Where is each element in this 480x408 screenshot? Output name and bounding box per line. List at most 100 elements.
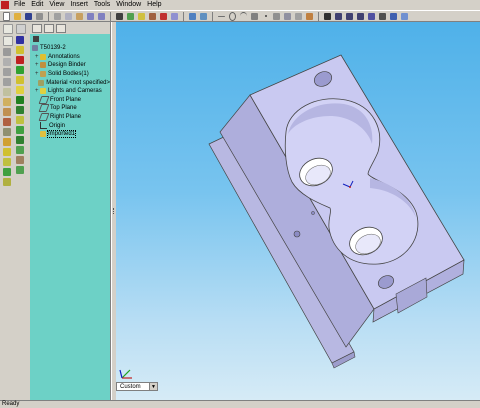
- save-icon[interactable]: [24, 12, 33, 21]
- tab-configuration-manager[interactable]: [56, 23, 66, 33]
- tree-root[interactable]: T50139-2: [32, 44, 110, 53]
- point-icon[interactable]: [261, 12, 270, 21]
- relation-icon[interactable]: [3, 168, 11, 176]
- centerline-icon[interactable]: [272, 12, 281, 21]
- rib-icon[interactable]: [16, 126, 24, 134]
- sketch-icon[interactable]: [3, 24, 13, 34]
- reference-geometry-icon[interactable]: [16, 156, 24, 164]
- select-icon[interactable]: [115, 12, 124, 21]
- hole-icon[interactable]: [16, 86, 24, 94]
- tree-item[interactable]: Material <not specified>: [32, 78, 110, 87]
- shell-icon[interactable]: [16, 116, 24, 124]
- rotate-icon[interactable]: [367, 12, 376, 21]
- paste-icon[interactable]: [75, 12, 84, 21]
- new-icon[interactable]: [2, 11, 11, 21]
- tree-item[interactable]: Right Plane: [32, 113, 110, 122]
- app-logo-icon: [1, 1, 9, 9]
- tab-feature-manager[interactable]: [32, 23, 42, 33]
- undo-icon[interactable]: [86, 12, 95, 21]
- tree-item-label: Material <not specified>: [46, 79, 110, 86]
- line-icon[interactable]: [3, 48, 11, 56]
- shaded-icon[interactable]: [400, 12, 409, 21]
- dimension-icon[interactable]: [3, 158, 11, 166]
- spline-icon[interactable]: [250, 12, 259, 21]
- view-orientation-select[interactable]: Custom ▼: [116, 382, 158, 391]
- tree-item[interactable]: + Annotations: [32, 53, 110, 62]
- point-icon[interactable]: [3, 98, 11, 106]
- cut-icon[interactable]: [53, 12, 62, 21]
- zoom-icon[interactable]: [345, 12, 354, 21]
- menu-tools[interactable]: Tools: [91, 0, 113, 10]
- rebuild-icon[interactable]: [137, 12, 146, 21]
- graphics-viewport[interactable]: [116, 22, 480, 400]
- display-relations-icon[interactable]: [3, 178, 11, 186]
- circle-icon[interactable]: [3, 68, 11, 76]
- pattern-icon[interactable]: [16, 136, 24, 144]
- zoom-area-icon[interactable]: [334, 12, 343, 21]
- cut-extrude-icon[interactable]: [16, 66, 24, 74]
- arc-icon[interactable]: [3, 78, 11, 86]
- menu-file[interactable]: File: [11, 0, 28, 10]
- tree-filter: [30, 34, 110, 44]
- tree-item[interactable]: Front Plane: [32, 95, 110, 105]
- tree-item-label: Imported1: [46, 130, 77, 139]
- toolbar-separator: [48, 11, 49, 21]
- extend-icon[interactable]: [3, 148, 11, 156]
- fillet-feature-icon[interactable]: [16, 96, 24, 104]
- chevron-down-icon[interactable]: ▼: [149, 383, 157, 390]
- menu-view[interactable]: View: [46, 0, 67, 10]
- menu-insert[interactable]: Insert: [67, 0, 91, 10]
- tree-item-label: Solid Bodies(1): [48, 71, 89, 78]
- redo-icon[interactable]: [97, 12, 106, 21]
- dimension-icon[interactable]: [283, 12, 292, 21]
- relation-icon[interactable]: [294, 12, 303, 21]
- menu-edit[interactable]: Edit: [28, 0, 46, 10]
- tree-item[interactable]: + Solid Bodies(1): [32, 70, 110, 79]
- tree-item[interactable]: Top Plane: [32, 104, 110, 113]
- properties-icon[interactable]: [170, 12, 179, 21]
- zoom-fit-icon[interactable]: [323, 12, 332, 21]
- line-icon[interactable]: [217, 12, 226, 21]
- menu-window[interactable]: Window: [113, 0, 144, 10]
- filter-icon[interactable]: [33, 36, 39, 42]
- fillet-icon[interactable]: [3, 108, 11, 116]
- extrude-icon[interactable]: [16, 24, 26, 34]
- circle-icon[interactable]: [228, 11, 237, 21]
- trim-icon[interactable]: [3, 138, 11, 146]
- offset-icon[interactable]: [3, 118, 11, 126]
- cut-revolve-icon[interactable]: [16, 76, 24, 84]
- copy-icon[interactable]: [64, 12, 73, 21]
- spline-icon[interactable]: [3, 88, 11, 96]
- tree-item[interactable]: Imported1: [32, 130, 110, 139]
- arc-icon[interactable]: [239, 12, 248, 21]
- tree-item-label: Front Plane: [50, 96, 82, 103]
- mirror-icon[interactable]: [3, 128, 11, 136]
- standard-views-icon[interactable]: [389, 12, 398, 21]
- sweep-icon[interactable]: [16, 46, 24, 54]
- chamfer-icon[interactable]: [16, 106, 24, 114]
- zoom-selection-icon[interactable]: [356, 12, 365, 21]
- display-style-icon[interactable]: [199, 12, 208, 21]
- view-orientation-icon[interactable]: [188, 12, 197, 21]
- help-icon[interactable]: [159, 12, 168, 21]
- tree-item-label: Top Plane: [50, 105, 77, 112]
- sketch-icon[interactable]: [126, 12, 135, 21]
- annotations-icon: [40, 53, 46, 60]
- options-icon[interactable]: [148, 12, 157, 21]
- tree-item[interactable]: + Lights and Cameras: [32, 87, 110, 96]
- loft-icon[interactable]: [16, 56, 24, 64]
- curves-icon[interactable]: [16, 166, 24, 174]
- revolve-icon[interactable]: [16, 36, 24, 44]
- open-icon[interactable]: [13, 12, 22, 21]
- mirror-feature-icon[interactable]: [16, 146, 24, 154]
- tab-property-manager[interactable]: [44, 23, 54, 33]
- lights-icon: [40, 88, 46, 95]
- tree-item[interactable]: Origin: [32, 121, 110, 130]
- tree-item[interactable]: + Design Binder: [32, 61, 110, 70]
- trim-icon[interactable]: [305, 12, 314, 21]
- pan-icon[interactable]: [378, 12, 387, 21]
- rectangle-icon[interactable]: [3, 58, 11, 66]
- print-icon[interactable]: [35, 12, 44, 21]
- sketch-icon[interactable]: [3, 36, 13, 46]
- menu-help[interactable]: Help: [144, 0, 164, 10]
